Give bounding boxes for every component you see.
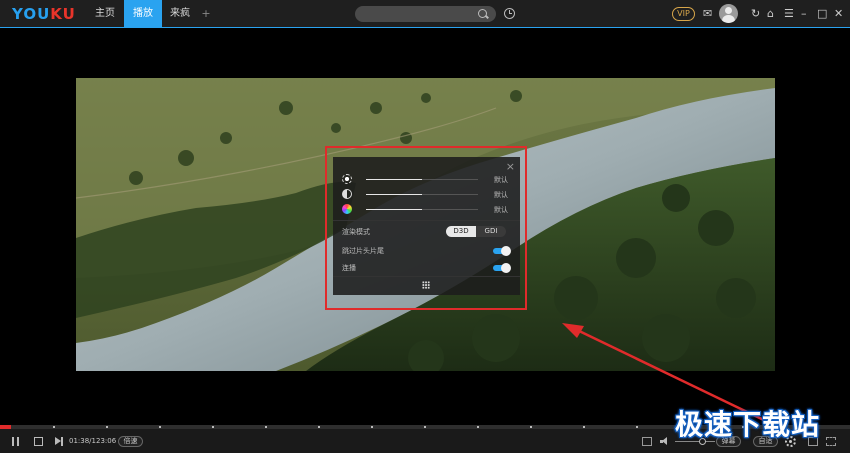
progress-marker (318, 426, 320, 428)
progress-marker (530, 426, 532, 428)
progress-marker (477, 426, 479, 428)
progress-marker (265, 426, 267, 428)
pause-icon[interactable] (12, 437, 20, 446)
progress-marker (636, 426, 638, 428)
next-icon[interactable] (55, 437, 63, 446)
progress-marker (212, 426, 214, 428)
progress-marker (53, 426, 55, 428)
time-display: 01:38/123:06 (69, 437, 117, 445)
stop-icon[interactable] (34, 437, 43, 446)
watermark-text: 极速下载站 (675, 408, 821, 441)
volume-icon[interactable] (660, 437, 670, 446)
fullscreen-icon[interactable] (826, 437, 836, 446)
progress-marker (583, 426, 585, 428)
screenshot-icon[interactable] (642, 437, 652, 446)
progress-marker (424, 426, 426, 428)
progress-marker (106, 426, 108, 428)
annotation-arrow (562, 323, 773, 426)
speed-button[interactable]: 倍速 (118, 436, 143, 447)
progress-marker (371, 426, 373, 428)
progress-marker (159, 426, 161, 428)
